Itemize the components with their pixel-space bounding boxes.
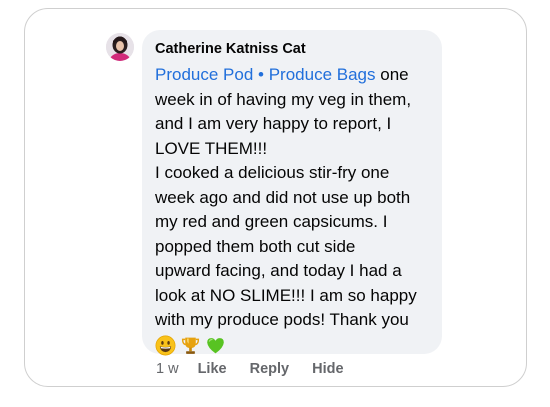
comment-text: Produce Pod • Produce Bags one week in o…	[155, 63, 430, 356]
green-heart-icon	[207, 337, 224, 353]
comment-line: week ago and did not use up both	[155, 187, 411, 207]
comment-timestamp[interactable]: 1 w	[156, 360, 179, 378]
comment-actions: 1 w Like Reply Hide	[156, 360, 367, 378]
comment-line: I cooked a delicious stir-fry one	[155, 163, 390, 182]
comment-line: week in of having my veg in them,	[155, 89, 412, 109]
comment-line: LOVE THEM!!!	[155, 138, 268, 158]
reply-button[interactable]: Reply	[250, 360, 290, 378]
emoji-row	[155, 335, 430, 356]
comment-line: my red and green capsicums. I	[155, 212, 388, 231]
grinning-face-icon	[155, 335, 176, 355]
trophy-icon	[181, 337, 200, 354]
comment-line: and I am very happy to report, I	[155, 114, 392, 133]
hide-button[interactable]: Hide	[312, 360, 343, 378]
comment-bubble: Catherine Katniss Cat Produce Pod • Prod…	[142, 30, 442, 356]
profile-photo-icon	[106, 33, 134, 61]
comment-line-tail: one	[375, 65, 409, 84]
avatar[interactable]	[106, 33, 134, 61]
tag-produce-pod[interactable]: Produce Pod	[155, 65, 253, 84]
comment-line: popped them both cut side	[155, 236, 356, 256]
tag-produce-bags[interactable]: Produce Bags	[269, 65, 376, 84]
comment-line: with my produce pods! Thank you	[155, 310, 409, 329]
comment-line: Produce Pod • Produce Bags one	[155, 63, 430, 88]
tag-separator: •	[258, 65, 264, 84]
comment-line: look at NO SLIME!!! I am so happy	[155, 285, 417, 305]
like-button[interactable]: Like	[198, 360, 227, 378]
comment-line: upward facing, and today I had a	[155, 261, 402, 280]
comment-author[interactable]: Catherine Katniss Cat	[155, 40, 430, 60]
